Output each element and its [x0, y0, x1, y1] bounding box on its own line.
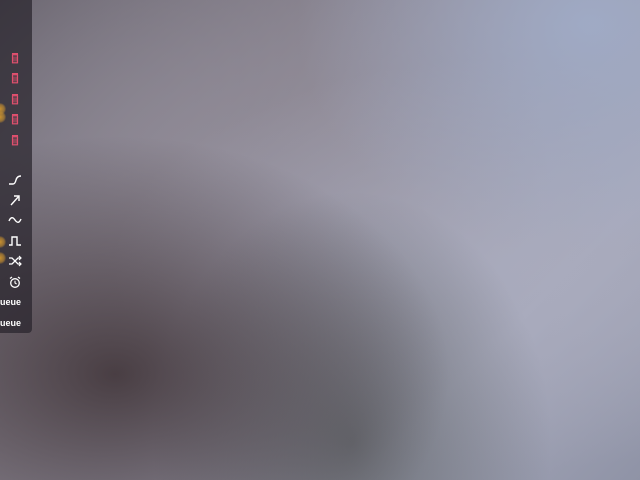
ease-curve-button[interactable] [6, 172, 24, 188]
sine-wave-icon [8, 217, 22, 223]
delete-button-1[interactable] [6, 50, 24, 66]
desktop-wallpaper [0, 0, 640, 480]
sine-wave-button[interactable] [6, 212, 24, 228]
delete-button-2[interactable] [6, 70, 24, 86]
delete-button-3[interactable] [6, 91, 24, 107]
shuffle-icon [9, 255, 22, 267]
delete-button-4[interactable] [6, 111, 24, 127]
queue-label-1[interactable]: ueue [0, 297, 21, 307]
alarm-clock-button[interactable] [6, 274, 24, 290]
trash-icon [11, 73, 19, 84]
trash-icon [11, 53, 19, 64]
ramp-button[interactable] [6, 192, 24, 208]
alarm-clock-icon [9, 276, 21, 288]
delete-button-5[interactable] [6, 132, 24, 148]
trash-icon [11, 135, 19, 146]
tool-panel: ueue queue [0, 0, 32, 333]
shuffle-button[interactable] [6, 253, 24, 269]
ease-curve-icon [9, 175, 22, 185]
ramp-arrow-icon [10, 195, 20, 206]
square-wave-button[interactable] [6, 233, 24, 249]
square-wave-icon [9, 236, 21, 246]
trash-icon [11, 114, 19, 125]
queue-label-2[interactable]: queue [0, 318, 21, 328]
trash-icon [11, 94, 19, 105]
